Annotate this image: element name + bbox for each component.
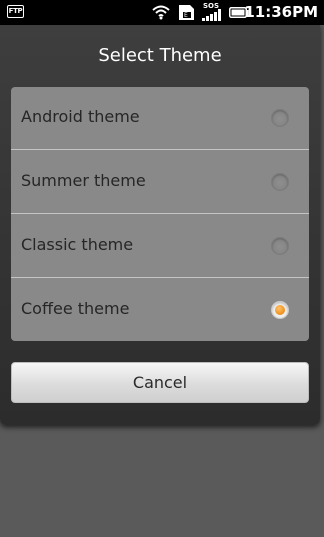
status-time: 11:36PM xyxy=(244,3,318,21)
radio-unchecked-icon[interactable] xyxy=(271,109,289,127)
theme-option-android[interactable]: Android theme xyxy=(11,87,309,150)
select-theme-dialog: Select Theme Android theme Summer theme … xyxy=(0,25,320,425)
theme-option-list: Android theme Summer theme Classic theme… xyxy=(11,87,309,341)
theme-option-label: Android theme xyxy=(21,107,140,126)
theme-option-coffee[interactable]: Coffee theme xyxy=(11,279,309,341)
theme-option-label: Coffee theme xyxy=(21,299,130,318)
ftp-icon: FTP xyxy=(7,5,24,18)
sd-card-icon: E xyxy=(179,5,194,20)
wifi-icon xyxy=(152,5,170,20)
theme-option-label: Classic theme xyxy=(21,235,134,254)
radio-checked-icon[interactable] xyxy=(271,301,289,319)
radio-unchecked-icon[interactable] xyxy=(271,237,289,255)
radio-unchecked-icon[interactable] xyxy=(271,173,289,191)
cancel-button[interactable]: Cancel xyxy=(11,362,309,403)
signal-icon xyxy=(202,9,221,21)
radio-selected-dot xyxy=(275,305,285,315)
dialog-title: Select Theme xyxy=(98,45,222,66)
ftp-label: FTP xyxy=(8,7,23,15)
status-bar: FTP E SOS 11:36PM xyxy=(0,0,324,25)
svg-text:E: E xyxy=(184,12,188,19)
theme-option-summer[interactable]: Summer theme xyxy=(11,151,309,214)
theme-option-label: Summer theme xyxy=(21,171,146,190)
theme-option-classic[interactable]: Classic theme xyxy=(11,215,309,278)
